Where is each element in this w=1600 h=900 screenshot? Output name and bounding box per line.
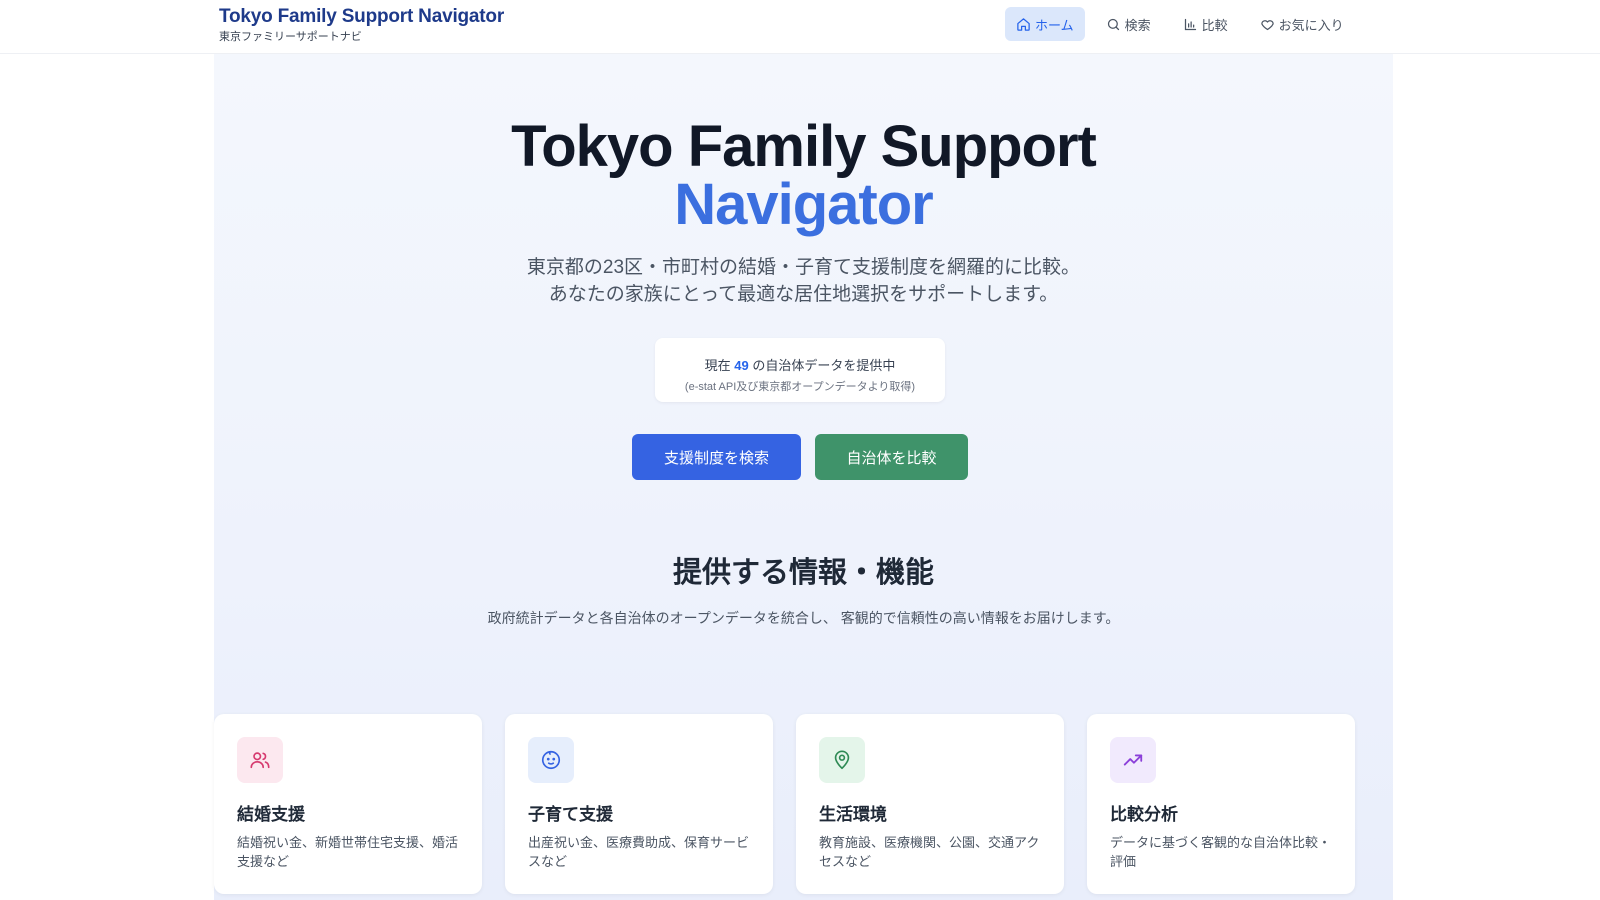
card-description: データに基づく客観的な自治体比較・評価 (1110, 835, 1332, 869)
trending-up-icon (1123, 754, 1143, 766)
hero-desc-line2: あなたの家族にとって最適な居住地選択をサポートします。 (548, 284, 1059, 305)
hero-description: 東京都の23区・市町村の結婚・子育て支援制度を網羅的に比較。 あなたの家族にとっ… (214, 254, 1393, 308)
card-icon-box (528, 737, 574, 783)
feature-card-comparison[interactable]: 比較分析 データに基づく客観的な自治体比較・評価 (1087, 714, 1355, 894)
search-icon (1107, 18, 1119, 30)
stats-source: (e-stat API及び東京都オープンデータより取得) (684, 381, 916, 393)
card-icon-box (819, 737, 865, 783)
bar-chart-icon (1184, 18, 1196, 30)
card-icon-box (1110, 737, 1156, 783)
card-title: 生活環境 (819, 805, 887, 824)
nav-compare[interactable]: 比較 (1172, 7, 1239, 41)
compare-municipalities-button[interactable]: 自治体を比較 (815, 434, 968, 480)
hero-title-line2: Navigator (674, 172, 934, 237)
nav-favorites[interactable]: お気に入り (1249, 7, 1355, 41)
brand[interactable]: Tokyo Family Support Navigator 東京ファミリーサポ… (219, 5, 504, 44)
card-title: 比較分析 (1110, 805, 1178, 824)
baby-face-icon (541, 750, 561, 770)
heart-icon (1260, 19, 1274, 30)
nav-search[interactable]: 検索 (1095, 7, 1162, 41)
card-title: 結婚支援 (237, 805, 305, 824)
main-nav: ホーム 検索 比較 お気に入り (1005, 7, 1365, 41)
nav-search-label: 検索 (1124, 17, 1151, 33)
nav-favorites-label: お気に入り (1278, 17, 1344, 33)
hero-desc-line1: 東京都の23区・市町村の結婚・子育て支援制度を網羅的に比較。 (526, 257, 1081, 278)
features-description: 政府統計データと各自治体のオープンデータを統合し、 客観的で信頼性の高い情報をお… (487, 610, 1120, 626)
main-content: Tokyo Family Support Navigator 東京都の23区・市… (214, 54, 1393, 900)
card-description: 教育施設、医療機関、公園、交通アクセスなど (819, 835, 1040, 869)
brand-subtitle: 東京ファミリーサポートナビ (219, 31, 362, 43)
search-support-button[interactable]: 支援制度を検索 (632, 434, 801, 480)
feature-card-environment[interactable]: 生活環境 教育施設、医療機関、公園、交通アクセスなど (796, 714, 1064, 894)
stats-suffix: の自治体データを提供中 (752, 358, 896, 373)
home-icon (1017, 17, 1030, 31)
stats-count: 49 (734, 358, 749, 373)
nav-compare-label: 比較 (1201, 17, 1228, 33)
stats-prefix: 現在 (704, 358, 731, 373)
features-title: 提供する情報・機能 (672, 557, 934, 589)
hero-title: Tokyo Family Support Navigator (214, 118, 1393, 234)
hero-title-line1: Tokyo Family Support (511, 114, 1097, 179)
stats-line: 現在 49 の自治体データを提供中 (655, 355, 945, 374)
top-header: Tokyo Family Support Navigator 東京ファミリーサポ… (0, 0, 1600, 54)
card-description: 出産祝い金、医療費助成、保育サービスなど (528, 835, 750, 869)
brand-title[interactable]: Tokyo Family Support Navigator (219, 5, 504, 29)
feature-card-marriage[interactable]: 結婚支援 結婚祝い金、新婚世帯住宅支援、婚活支援など (214, 714, 482, 894)
stats-card: 現在 49 の自治体データを提供中 (e-stat API及び東京都オープンデー… (655, 338, 945, 402)
nav-home-label: ホーム (1035, 17, 1074, 33)
feature-card-childcare[interactable]: 子育て支援 出産祝い金、医療費助成、保育サービスなど (505, 714, 773, 894)
users-icon (250, 752, 270, 769)
map-pin-icon (834, 750, 850, 770)
nav-home[interactable]: ホーム (1005, 7, 1085, 41)
card-icon-box (237, 737, 283, 783)
card-title: 子育て支援 (528, 805, 613, 824)
card-description: 結婚祝い金、新婚世帯住宅支援、婚活支援など (237, 835, 459, 869)
